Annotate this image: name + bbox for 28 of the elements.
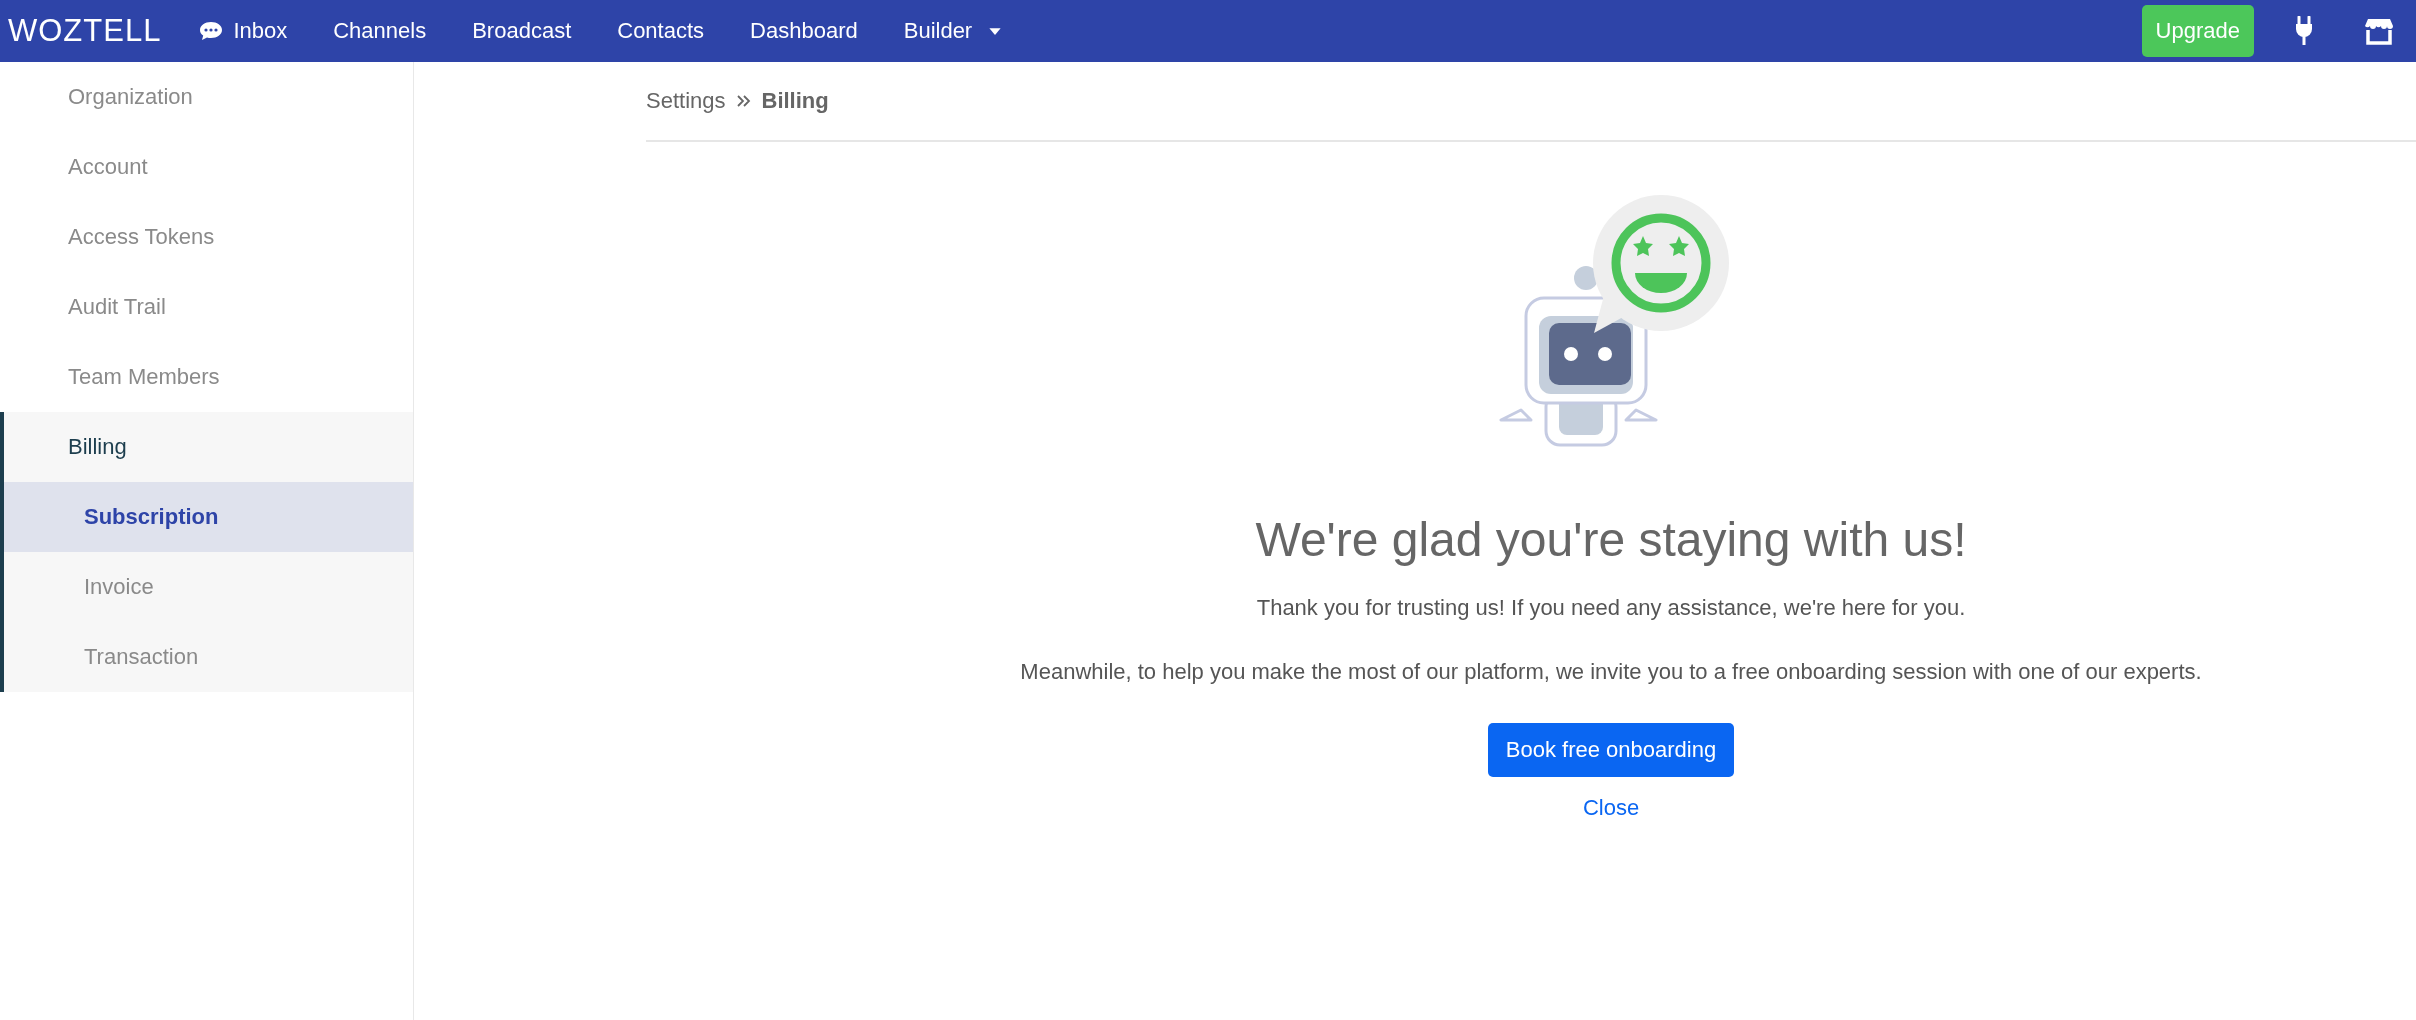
nav-link[interactable]: Builder xyxy=(903,18,1003,44)
breadcrumb-current: Billing xyxy=(761,88,829,114)
nav-link[interactable]: Contacts xyxy=(617,18,705,44)
nav-link[interactable]: Broadcast xyxy=(472,18,572,44)
book-onboarding-button[interactable]: Book free onboarding xyxy=(1487,723,1735,777)
nav-link[interactable]: Channels xyxy=(333,18,427,44)
sidebar-subitem[interactable]: Subscription xyxy=(4,482,413,552)
sidebar-subitem[interactable]: Transaction xyxy=(4,622,413,692)
sidebar-item[interactable]: Billing xyxy=(4,412,413,482)
sidebar-item[interactable]: Team Members xyxy=(0,342,413,412)
nav-link[interactable]: Inbox xyxy=(199,18,288,44)
sidebar-subitem[interactable]: Invoice xyxy=(4,552,413,622)
sidebar-item[interactable]: Access Tokens xyxy=(0,202,413,272)
plug-icon[interactable] xyxy=(2294,16,2314,46)
message-text: Thank you for trusting us! If you need any assistance, we're here for you. xyxy=(1256,595,1966,621)
message-text: Meanwhile, to help you make the most of our platform, we invite you to a free onboarding session with one of our experts. xyxy=(1020,659,2202,685)
caret-icon xyxy=(988,26,1003,36)
sidebar-item[interactable]: Account xyxy=(0,132,413,202)
sidebar-item[interactable]: Organization xyxy=(0,62,413,132)
logo[interactable]: WOZTELL xyxy=(8,13,162,49)
store-icon[interactable] xyxy=(2364,17,2394,45)
sidebar-item[interactable]: Audit Trail xyxy=(0,272,413,342)
chat-bubble-icon xyxy=(199,21,224,41)
double-chevron-icon xyxy=(735,94,752,108)
breadcrumb-link[interactable]: Settings xyxy=(646,88,726,114)
message-heading: We're glad you're staying with us! xyxy=(1255,512,1967,567)
close-link[interactable]: Close xyxy=(1582,795,1640,821)
nav-link[interactable]: Dashboard xyxy=(750,18,858,44)
